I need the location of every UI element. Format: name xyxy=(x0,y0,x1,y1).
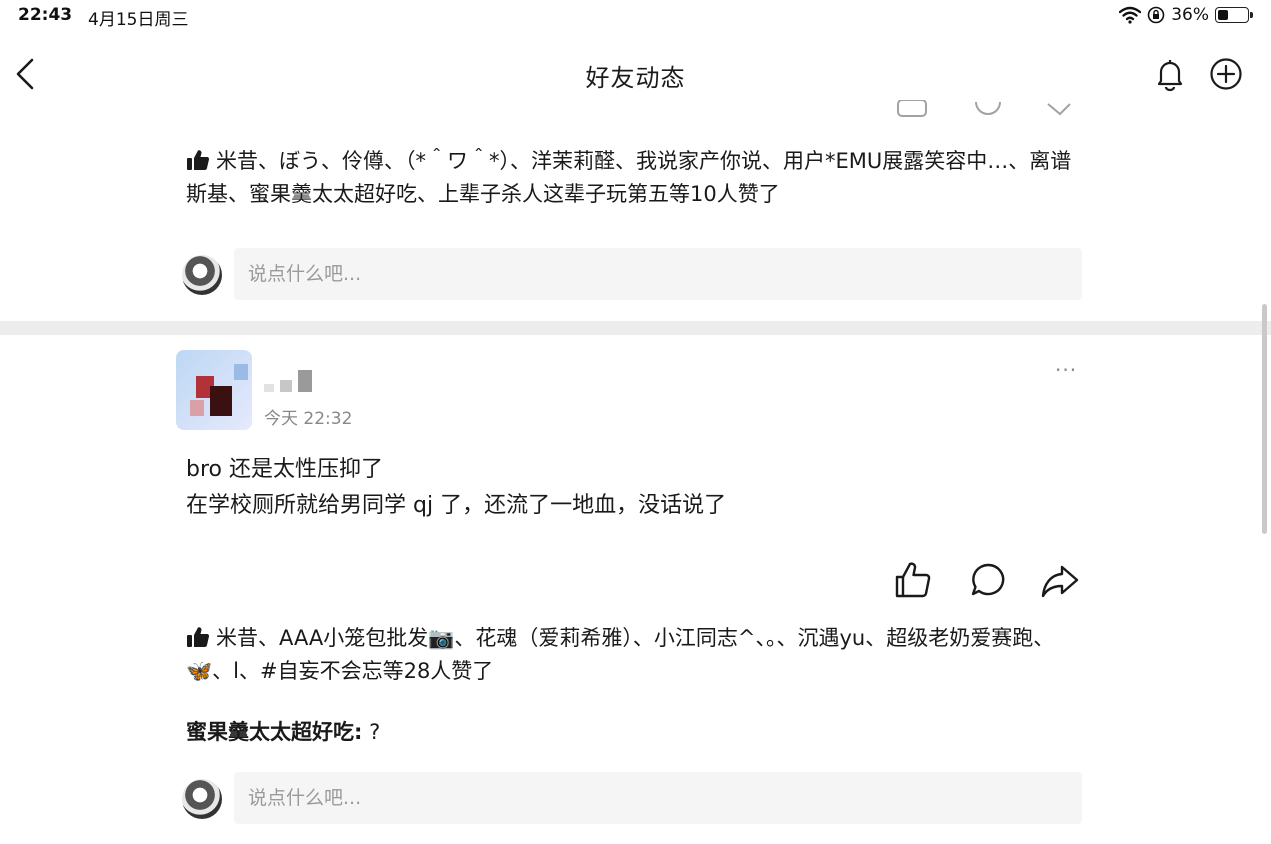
like-icon[interactable] xyxy=(893,560,933,600)
post-author-name-blurred[interactable] xyxy=(264,370,312,392)
status-bar: 22:43 4月15日周三 36% xyxy=(0,0,1271,34)
screen: 22:43 4月15日周三 36% 好友动态 米昔、ぼう、伶僔、（*＾ワ＾*）、… xyxy=(0,0,1271,844)
comment-input[interactable]: 说点什么吧... xyxy=(234,248,1082,300)
battery-level xyxy=(1218,10,1228,20)
share-icon[interactable] xyxy=(1040,560,1080,600)
battery-icon xyxy=(1215,7,1253,23)
status-date: 4月15日周三 xyxy=(88,10,189,30)
thumb-icon xyxy=(187,627,210,648)
comment-text: ? xyxy=(362,720,381,744)
avatar xyxy=(182,779,222,819)
post-likes: 米昔、AAA小笼包批发📷、花魂（爱莉希雅）、小江同志^、。、沉遇yu、超级老奶爱… xyxy=(186,622,1076,688)
lock-rotation-icon xyxy=(1147,6,1165,24)
post-author-avatar[interactable] xyxy=(176,350,252,430)
status-right: 36% xyxy=(1119,5,1253,25)
bell-icon[interactable] xyxy=(1152,56,1188,92)
previous-post-likes: 米昔、ぼう、伶僔、（*＾ワ＾*）、洋茉莉醛、我说家产你说、用户*EMU展露笑容中… xyxy=(186,145,1076,211)
avatar xyxy=(182,255,222,295)
wifi-icon xyxy=(1119,6,1142,24)
comment-input[interactable]: 说点什么吧... xyxy=(234,772,1082,824)
post-body-line: bro 还是太性压抑了 xyxy=(186,457,383,482)
previous-post-likes-text: 米昔、ぼう、伶僔、（*＾ワ＾*）、洋茉莉醛、我说家产你说、用户*EMU展露笑容中… xyxy=(186,149,1072,206)
page-title: 好友动态 xyxy=(585,64,686,92)
scrollbar[interactable] xyxy=(1262,304,1267,534)
previous-post-comment-box[interactable]: 说点什么吧... xyxy=(182,248,1082,300)
more-options-button[interactable]: ··· xyxy=(1055,358,1077,382)
comment-item[interactable]: 蜜果羹太太超好吃: ? xyxy=(186,716,380,746)
thumb-icon xyxy=(187,150,210,171)
battery-percent: 36% xyxy=(1171,5,1209,25)
post-comment-box[interactable]: 说点什么吧... xyxy=(182,772,1082,824)
post-divider xyxy=(0,321,1271,335)
post-body: bro 还是太性压抑了 在学校厕所就给男同学 qj 了，还流了一地血，没话说了 xyxy=(186,452,726,524)
add-circle-icon[interactable] xyxy=(1208,56,1244,92)
comment-author[interactable]: 蜜果羹太太超好吃 xyxy=(186,720,354,744)
status-time: 22:43 xyxy=(18,5,73,25)
post-time: 今天 22:32 xyxy=(264,409,353,429)
previous-post-actions-partial xyxy=(180,100,1080,122)
comment-icon[interactable] xyxy=(968,560,1008,600)
post-likes-text: 米昔、AAA小笼包批发📷、花魂（爱莉希雅）、小江同志^、。、沉遇yu、超级老奶爱… xyxy=(186,626,1055,683)
post-body-line: 在学校厕所就给男同学 qj 了，还流了一地血，没话说了 xyxy=(186,493,727,518)
